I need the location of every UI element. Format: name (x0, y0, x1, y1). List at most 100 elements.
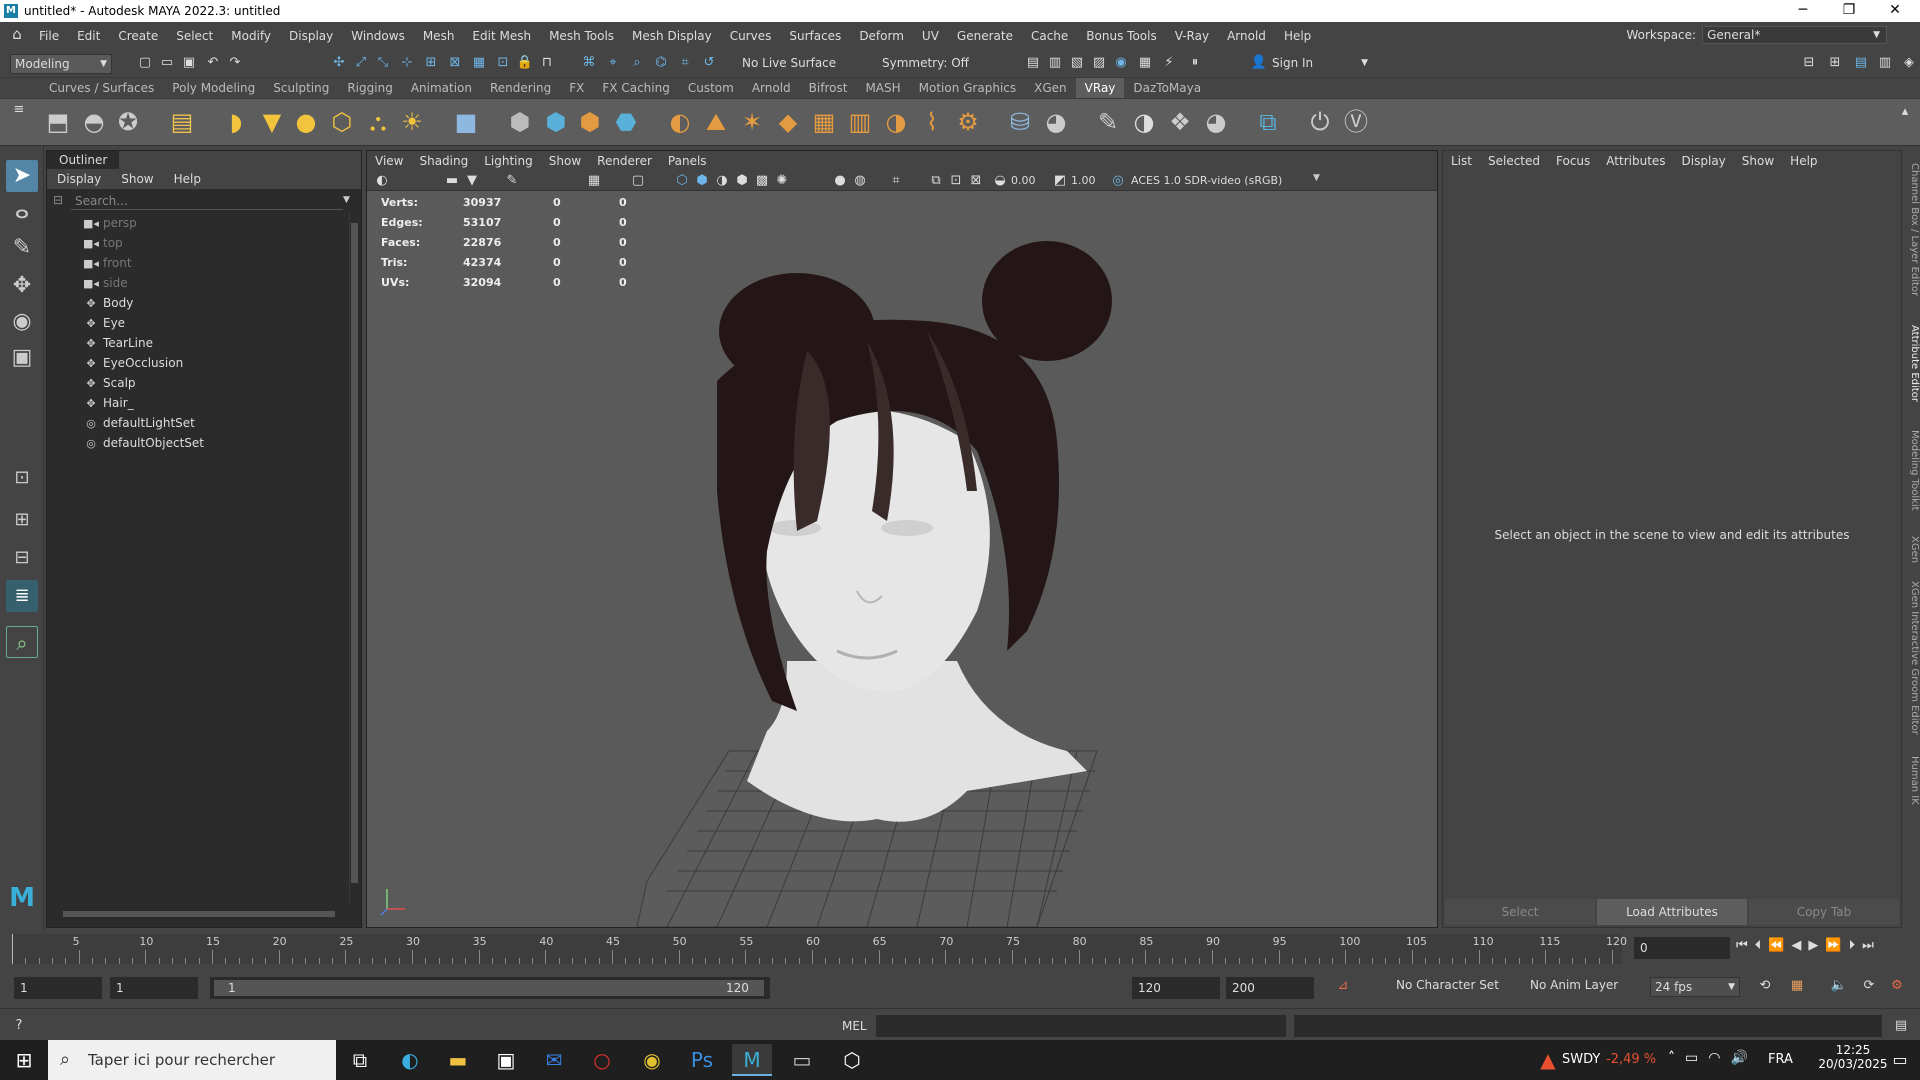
menu-mesh-display[interactable]: Mesh Display (623, 29, 721, 43)
outliner-menu-display[interactable]: Display (47, 172, 111, 186)
xray-joints-icon[interactable]: ⧉ (927, 172, 945, 190)
clock[interactable]: 12:25 20/03/2025 (1818, 1043, 1888, 1071)
help-icon[interactable]: ? (10, 1017, 28, 1035)
lasso-tool-icon[interactable]: ⴰ (6, 196, 38, 228)
menu-arnold[interactable]: Arnold (1218, 29, 1275, 43)
open-scene-icon[interactable]: ▭ (158, 54, 176, 72)
outlook-icon[interactable]: ✉ (534, 1044, 574, 1076)
animation-prefs-icon[interactable]: ⚙ (1888, 977, 1906, 995)
vray-grid-icon[interactable]: ▦ (808, 105, 840, 139)
viewport-menu-renderer[interactable]: Renderer (589, 154, 660, 168)
shelf-scroll-icon[interactable]: ▴ (1896, 103, 1914, 121)
exposure-icon[interactable]: ◒ (991, 172, 1009, 190)
sign-in-button[interactable]: Sign In ▼ (1268, 54, 1372, 74)
vray-dome-light-icon[interactable]: ◗ (220, 105, 252, 139)
menu-windows[interactable]: Windows (342, 29, 414, 43)
outliner-vertical-scrollbar[interactable] (349, 213, 359, 905)
vray-fur-icon[interactable]: ⬢ (574, 105, 606, 139)
search-icon[interactable]: ⌕ (6, 626, 38, 658)
outliner-search-input[interactable]: Search... (71, 192, 343, 210)
step-back-key-icon[interactable]: ⏪ (1768, 938, 1791, 953)
undo-icon[interactable]: ↶ (204, 54, 222, 72)
vray-spot-light-icon[interactable]: ▼ (256, 105, 288, 139)
tab-channel-box[interactable]: Channel Box / Layer Editor (1904, 160, 1920, 300)
vray-fog-icon[interactable]: ◑ (880, 105, 912, 139)
vray-ies-light-icon[interactable]: ⛬ (362, 105, 394, 139)
fps-dropdown[interactable]: 24 fps ▼ (1650, 977, 1740, 997)
outliner-layout-icon[interactable]: ≣ (6, 580, 38, 612)
live-surface-field[interactable]: No Live Surface (738, 54, 856, 74)
shelf-tab-fx[interactable]: FX (560, 78, 593, 98)
snap-grid-icon[interactable]: ⊹ (398, 54, 416, 72)
step-forward-key-icon[interactable]: ⏩ (1825, 938, 1848, 953)
chrome-icon[interactable]: ◉ (632, 1044, 672, 1076)
vray-sphere-light-icon[interactable]: ● (290, 105, 322, 139)
shelf-tab-custom[interactable]: Custom (679, 78, 743, 98)
menu-file[interactable]: File (30, 29, 68, 43)
vray-fur-shelf-icon[interactable]: ✶ (736, 105, 768, 139)
vray-sun-icon[interactable]: ☀ (396, 105, 428, 139)
shelf-tab-rigging[interactable]: Rigging (338, 78, 401, 98)
shelf-tab-xgen[interactable]: XGen (1025, 78, 1076, 98)
outliner-menu-help[interactable]: Help (164, 172, 211, 186)
cache-playback-icon[interactable]: ▦ (1788, 977, 1806, 995)
menu-surfaces[interactable]: Surfaces (780, 29, 850, 43)
select-object-icon[interactable]: ⤢ (352, 54, 370, 72)
shadows-icon[interactable]: ● (831, 172, 849, 190)
vray-convert-icon[interactable]: ⛁ (1004, 105, 1036, 139)
vray-v-icon[interactable]: Ⓥ (1340, 105, 1372, 139)
current-frame-field[interactable]: 0 (1634, 937, 1730, 959)
copy-tab-button[interactable]: Copy Tab (1749, 899, 1899, 925)
resolution-gate-icon[interactable]: ⊠ (967, 172, 985, 190)
shelf-tab-bifrost[interactable]: Bifrost (800, 78, 857, 98)
isolate-select-icon[interactable]: ⌗ (887, 172, 905, 190)
outliner-item-body[interactable]: ✥ Body (83, 293, 133, 313)
viewport-3d-scene[interactable]: Verts: 30937 0 0 Edges: 53107 0 0 Faces: 22876 0… (367, 191, 1437, 927)
outliner-item-tearline[interactable]: ✥ TearLine (83, 333, 153, 353)
playback-end-field[interactable]: 120 (1132, 977, 1220, 999)
script-editor-icon[interactable]: ▤ (1892, 1017, 1910, 1035)
select-hierarchy-icon[interactable]: ✣ (330, 54, 348, 72)
outliner-title[interactable]: Outliner (47, 151, 120, 169)
vray-plane-icon[interactable]: ■ (450, 105, 482, 139)
ipr-render-icon[interactable]: ▧ (1068, 54, 1086, 72)
stock-ticker[interactable]: SWDY (1562, 1052, 1600, 1067)
color-management-icon[interactable]: ◎ (1109, 172, 1127, 190)
vray-shader-ball-icon[interactable]: ◕ (1200, 105, 1232, 139)
four-view-icon[interactable]: ⊞ (6, 504, 38, 536)
file-explorer-icon[interactable]: ▬ (438, 1044, 478, 1076)
command-language-label[interactable]: MEL (842, 1019, 867, 1033)
menu-edit[interactable]: Edit (68, 29, 109, 43)
grease-pencil-icon[interactable]: ✎ (503, 172, 521, 190)
gamma-icon[interactable]: ◩ (1051, 172, 1069, 190)
attr-menu-selected[interactable]: Selected (1480, 154, 1548, 168)
chevron-up-icon[interactable]: ˄ (1668, 1050, 1685, 1066)
tab-xgen[interactable]: XGen (1904, 530, 1920, 570)
sound-icon[interactable]: 🔈 (1830, 977, 1848, 995)
vray-color-icon[interactable]: ◑ (1128, 105, 1160, 139)
load-attributes-button[interactable]: Load Attributes (1597, 899, 1747, 925)
save-scene-icon[interactable]: ▣ (180, 54, 198, 72)
vray-displacement-icon[interactable]: ⛰ (700, 105, 732, 139)
minimize-button[interactable]: ─ (1780, 0, 1826, 22)
outliner-item-front[interactable]: ■◂ front (83, 253, 132, 273)
select-tool-icon[interactable]: ➤ (6, 160, 38, 192)
range-slider[interactable]: 1 120 (210, 977, 770, 999)
notification-icon[interactable]: ▭ (1880, 1044, 1920, 1076)
menu-display[interactable]: Display (280, 29, 342, 43)
maximize-button[interactable]: ❐ (1826, 0, 1872, 22)
vray-asset-editor-icon[interactable]: ⬒ (42, 105, 74, 139)
attr-menu-display[interactable]: Display (1674, 154, 1734, 168)
menu-uv[interactable]: UV (913, 29, 948, 43)
store-icon[interactable]: ▣ (486, 1044, 526, 1076)
paint-select-tool-icon[interactable]: ✎ (6, 232, 38, 264)
command-input[interactable] (876, 1015, 1286, 1037)
step-back-icon[interactable]: ⏴ (1755, 938, 1769, 953)
anim-layer-dropdown[interactable]: No Anim Layer (1530, 978, 1618, 992)
render-current-icon[interactable]: ▥ (1046, 54, 1064, 72)
vray-volume-icon[interactable]: ⬣ (610, 105, 642, 139)
vray-render-shelf-icon[interactable]: ✪ (112, 105, 144, 139)
snap-view-icon[interactable]: ▦ (470, 54, 488, 72)
snap-normal-icon[interactable]: ↺ (700, 54, 718, 72)
language-indicator[interactable]: FRA (1768, 1052, 1793, 1067)
